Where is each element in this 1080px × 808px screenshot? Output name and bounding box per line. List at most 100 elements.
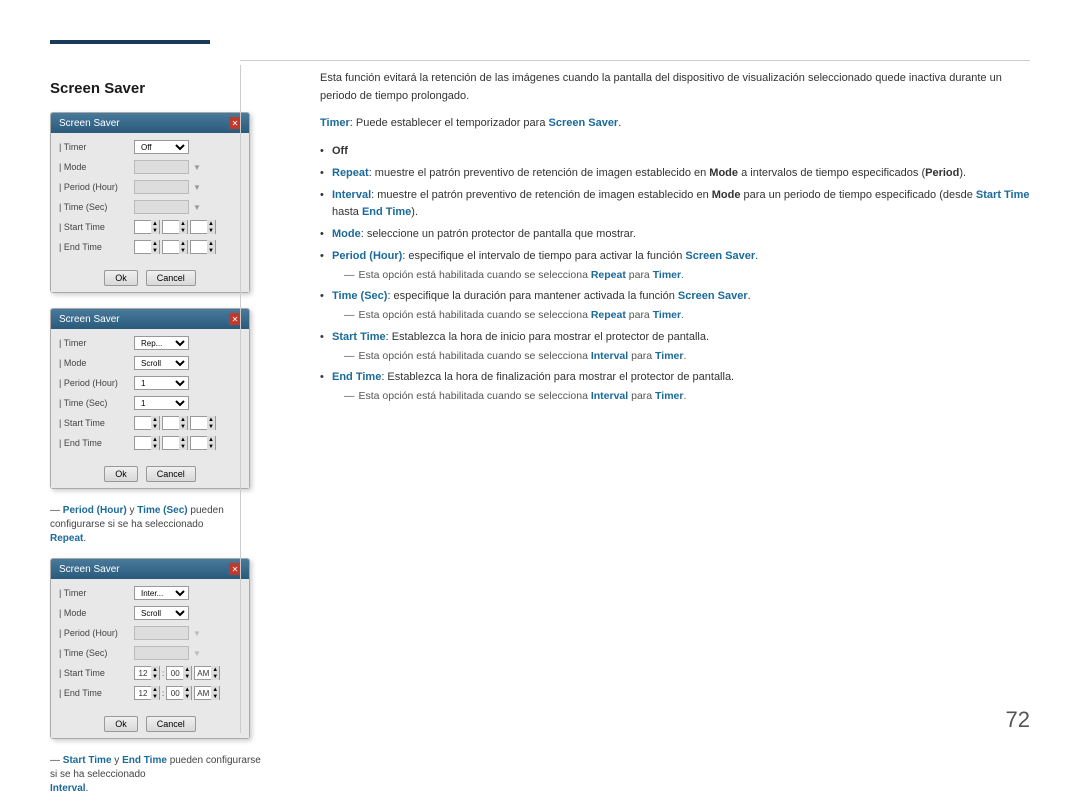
s2-eampm-up[interactable]: ▲ <box>207 436 215 443</box>
s3-em-up[interactable]: ▲ <box>183 686 191 693</box>
s2-em-dn[interactable]: ▼ <box>179 443 187 450</box>
dialog-box-1: Screen Saver ✕ | Timer Off | Mode <box>50 112 250 293</box>
time-select-2[interactable]: 1 <box>134 396 189 410</box>
starttime-ampm-up-1[interactable]: ▲ <box>207 220 215 227</box>
bullet-repeat: Repeat: muestre el patrón preventivo de … <box>320 165 1030 182</box>
starttime-h-1: ▲ ▼ <box>134 220 160 234</box>
dialog-titlebar-3: Screen Saver ✕ <box>51 559 249 579</box>
time-input-1 <box>134 200 189 214</box>
period-control-2: 1 <box>134 376 241 390</box>
mode-select-2[interactable]: Scroll <box>134 356 189 370</box>
s2-eh-up[interactable]: ▲ <box>151 436 159 443</box>
start-time-subnote: Esta opción está habilitada cuando se se… <box>332 348 1030 364</box>
starttime-label-1: | Start Time <box>59 222 134 232</box>
dialog-cancel-2[interactable]: Cancel <box>146 466 196 482</box>
dialog-title-2: Screen Saver <box>59 314 120 325</box>
s3-eh-up[interactable]: ▲ <box>151 686 159 693</box>
timer-link: Screen Saver <box>549 117 619 129</box>
time-sec-subnote: Esta opción está habilitada cuando se se… <box>332 307 1030 323</box>
time-input-3 <box>134 646 189 660</box>
starttime-label-3: | Start Time <box>59 668 134 678</box>
dialog-box-3: Screen Saver ✕ | Timer Inter... | Mode <box>50 558 250 739</box>
starttime-m-up-1[interactable]: ▲ <box>179 220 187 227</box>
starttime-label-2: | Start Time <box>59 418 134 428</box>
timer-select-1[interactable]: Off <box>134 140 189 154</box>
period-label-3: | Period (Hour) <box>59 628 134 638</box>
s3-sh-dn[interactable]: ▼ <box>151 673 159 680</box>
time-control-2: 1 <box>134 396 241 410</box>
dialog-row-endtime-3: | End Time 12 ▲ ▼ : <box>59 685 241 701</box>
period-select-2[interactable]: 1 <box>134 376 189 390</box>
s3-em-dn[interactable]: ▼ <box>183 693 191 700</box>
dialog-ok-3[interactable]: Ok <box>104 716 138 732</box>
bullet-list: Off Repeat: muestre el patrón preventivo… <box>320 143 1030 404</box>
note2-period-end: . <box>86 783 89 794</box>
time-control-3: ▼ <box>134 646 241 660</box>
left-column: Screen Saver Screen Saver ✕ | Timer Off <box>50 70 270 808</box>
time-label-2: | Time (Sec) <box>59 398 134 408</box>
s2-em-up[interactable]: ▲ <box>179 436 187 443</box>
timer-select-3[interactable]: Inter... <box>134 586 189 600</box>
s2-sh-up[interactable]: ▲ <box>151 416 159 423</box>
period-label-1: | Period (Hour) <box>59 182 134 192</box>
dialog-footer-3: Ok Cancel <box>51 711 249 738</box>
s2-sh-dn[interactable]: ▼ <box>151 423 159 430</box>
starttime-h-dn-1[interactable]: ▼ <box>151 227 159 234</box>
endtime-m-dn-1[interactable]: ▼ <box>179 247 187 254</box>
dialog-ok-1[interactable]: Ok <box>104 270 138 286</box>
page-container: Screen Saver Screen Saver ✕ | Timer Off <box>0 0 1080 763</box>
dialog-row-timer-2: | Timer Rep... <box>59 335 241 351</box>
s3-eampm-dn[interactable]: ▼ <box>211 693 219 700</box>
mode-control-2: Scroll <box>134 356 241 370</box>
s3-sampm-up[interactable]: ▲ <box>211 666 219 673</box>
endtime-m-1: ▲ ▼ <box>162 240 188 254</box>
note1-repeat: Repeat <box>50 533 83 544</box>
dialog-cancel-3[interactable]: Cancel <box>146 716 196 732</box>
endtime-label-1: | End Time <box>59 242 134 252</box>
left-accent <box>50 40 210 44</box>
s3-sampm-dn[interactable]: ▼ <box>211 673 219 680</box>
endtime-ampm-up-1[interactable]: ▲ <box>207 240 215 247</box>
s3-eampm-up[interactable]: ▲ <box>211 686 219 693</box>
starttime-h-up-1[interactable]: ▲ <box>151 220 159 227</box>
mode-input-1 <box>134 160 189 174</box>
endtime-h-up-1[interactable]: ▲ <box>151 240 159 247</box>
starttime-control-3: 12 ▲ ▼ : 00 ▲ <box>134 666 241 680</box>
dialog-footer-2: Ok Cancel <box>51 461 249 488</box>
dialog-row-mode-1: | Mode ▼ <box>59 159 241 175</box>
timer-intro: Timer: Puede establecer el temporizador … <box>320 115 1030 133</box>
s2-sm-dn[interactable]: ▼ <box>179 423 187 430</box>
bullet-interval: Interval: muestre el patrón preventivo d… <box>320 187 1030 221</box>
endtime-h-1: ▲ ▼ <box>134 240 160 254</box>
starttime-spinner-2: ▲ ▼ ▲ ▼ <box>134 416 216 430</box>
starttime-ampm-dn-1[interactable]: ▼ <box>207 227 215 234</box>
bullet-time-sec: Time (Sec): especifique la duración para… <box>320 288 1030 323</box>
s3-sm-dn[interactable]: ▼ <box>183 673 191 680</box>
s3-sm-up[interactable]: ▲ <box>183 666 191 673</box>
s2-eampm-dn[interactable]: ▼ <box>207 443 215 450</box>
dialog-body-3: | Timer Inter... | Mode Scroll <box>51 579 249 711</box>
s2-eh-dn[interactable]: ▼ <box>151 443 159 450</box>
starttime-m-dn-1[interactable]: ▼ <box>179 227 187 234</box>
s2-sampm-dn[interactable]: ▼ <box>207 423 215 430</box>
period-input-1 <box>134 180 189 194</box>
mode-select-3[interactable]: Scroll <box>134 606 189 620</box>
s2-sampm-up[interactable]: ▲ <box>207 416 215 423</box>
time-label-1: | Time (Sec) <box>59 202 134 212</box>
timer-select-2[interactable]: Rep... <box>134 336 189 350</box>
s3-sh-up[interactable]: ▲ <box>151 666 159 673</box>
s3-eh-dn[interactable]: ▼ <box>151 693 159 700</box>
endtime-ampm-dn-1[interactable]: ▼ <box>207 247 215 254</box>
bullet-period-hour: Period (Hour): especifique el intervalo … <box>320 248 1030 283</box>
dialog-row-starttime-3: | Start Time 12 ▲ ▼ : <box>59 665 241 681</box>
dialog-cancel-1[interactable]: Cancel <box>146 270 196 286</box>
time-control-1: ▼ <box>134 200 241 214</box>
note1-period: Period (Hour) <box>63 505 127 516</box>
endtime-ampm-1: ▲ ▼ <box>190 240 216 254</box>
timer-control-2: Rep... <box>134 336 241 350</box>
endtime-m-up-1[interactable]: ▲ <box>179 240 187 247</box>
starttime-control-2: ▲ ▼ ▲ ▼ <box>134 416 241 430</box>
s2-sm-up[interactable]: ▲ <box>179 416 187 423</box>
endtime-h-dn-1[interactable]: ▼ <box>151 247 159 254</box>
dialog-ok-2[interactable]: Ok <box>104 466 138 482</box>
